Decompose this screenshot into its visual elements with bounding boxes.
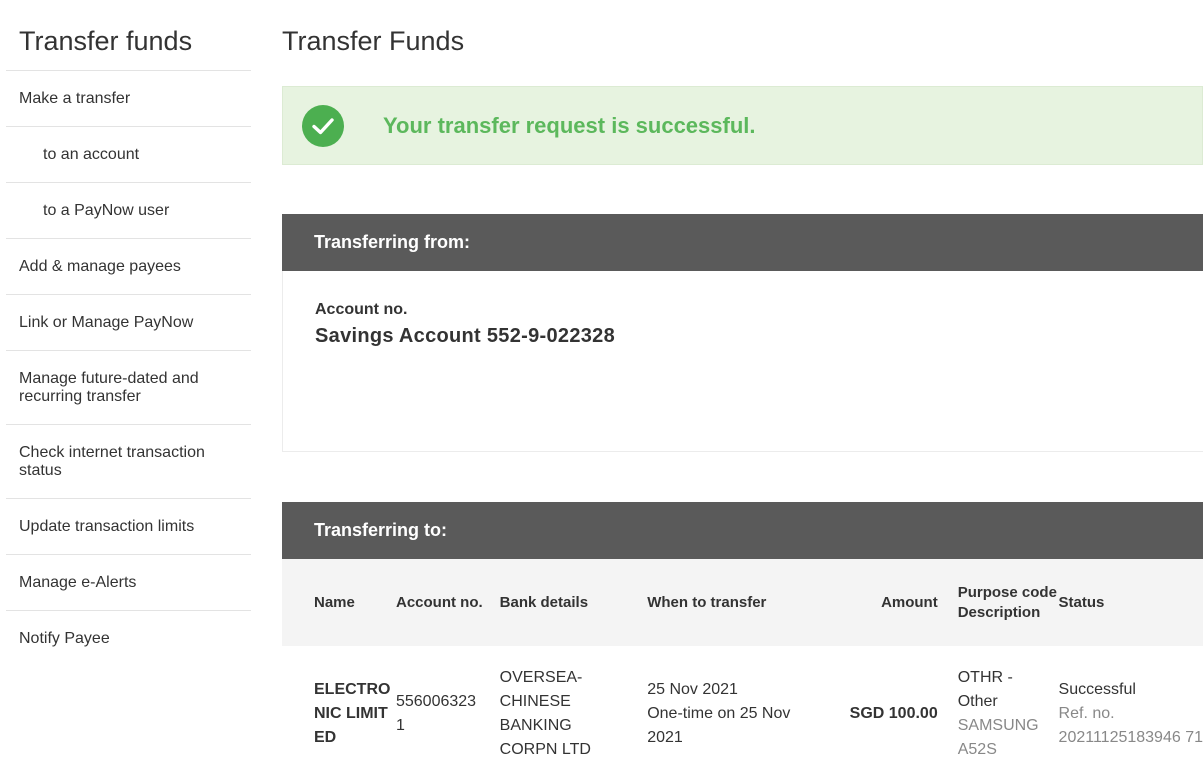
transferring-from-header: Transferring from: [282, 214, 1203, 271]
sidebar-item-transaction-limits[interactable]: Update transaction limits [6, 499, 251, 555]
when-to-transfer: 25 Nov 2021 One-time on 25 Nov 2021 [647, 646, 832, 781]
sidebar-item-notify-payee[interactable]: Notify Payee [6, 611, 251, 666]
sidebar-item-transaction-status[interactable]: Check internet transaction status [6, 425, 251, 499]
transfer-frequency: One-time on 25 Nov 2021 [647, 704, 791, 746]
purpose: OTHR - Other SAMSUNG A52S [958, 646, 1059, 781]
sidebar-item-to-paynow-user[interactable]: to a PayNow user [6, 183, 251, 239]
payee-name: ELECTRONIC LIMITED [314, 680, 391, 746]
payee-account: 5560063231 [395, 692, 477, 734]
page-title: Transfer Funds [282, 26, 465, 56]
column-when: When to transfer [647, 593, 767, 611]
transferring-to-panel: Transferring to: Name Account no. Bank d… [282, 502, 1203, 781]
column-purpose: Purpose code Description [957, 583, 1057, 621]
table-row: ELECTRONIC LIMITED 5560063231 OVERSEA-CH… [282, 646, 1203, 781]
purpose-code: OTHR - Other [957, 668, 1013, 710]
sidebar-item-future-dated[interactable]: Manage future-dated and recurring transf… [6, 351, 251, 425]
sidebar-item-make-transfer[interactable]: Make a transfer [6, 71, 251, 127]
transfer-amount: SGD 100.00 [849, 704, 938, 722]
column-amount: Amount [881, 593, 938, 611]
sidebar: Transfer funds Make a transfer to an acc… [6, 0, 251, 666]
sidebar-item-paynow[interactable]: Link or Manage PayNow [6, 295, 251, 351]
check-circle-icon [302, 104, 344, 147]
ref-number: 20211125183946 71 [1058, 728, 1203, 746]
success-banner: Your transfer request is successful. [282, 86, 1203, 165]
column-status: Status [1058, 593, 1105, 611]
account-value: Savings Account 552-9-022328 [315, 325, 616, 347]
transfer-date: 25 Nov 2021 [647, 680, 738, 698]
status: Successful Ref. no. 20211125183946 71 [1059, 646, 1203, 781]
transfer-table: Name Account no. Bank details When to tr… [282, 559, 1203, 781]
ref-label: Ref. no. [1058, 704, 1115, 722]
success-message: Your transfer request is successful. [383, 112, 756, 138]
main-content: Transfer Funds Your transfer request is … [282, 0, 1203, 758]
table-header-row: Name Account no. Bank details When to tr… [282, 559, 1203, 646]
sidebar-title: Transfer funds [6, 0, 251, 71]
column-bank: Bank details [499, 593, 589, 611]
column-account: Account no. [395, 593, 483, 611]
sidebar-item-to-account[interactable]: to an account [6, 127, 251, 183]
purpose-description: SAMSUNG A52S [957, 716, 1039, 758]
sidebar-item-e-alerts[interactable]: Manage e-Alerts [6, 555, 251, 611]
transferring-from-panel: Transferring from: Account no. Savings A… [282, 214, 1203, 452]
column-name: Name [314, 593, 355, 611]
transferring-from-body: Account no. Savings Account 552-9-022328 [282, 271, 1203, 452]
bank-details: OVERSEA-CHINESE BANKING CORPN LTD [499, 668, 591, 758]
sidebar-item-manage-payees[interactable]: Add & manage payees [6, 239, 251, 295]
transferring-to-header: Transferring to: [282, 502, 1203, 559]
account-label: Account no. [315, 301, 408, 318]
status-value: Successful [1058, 680, 1136, 698]
